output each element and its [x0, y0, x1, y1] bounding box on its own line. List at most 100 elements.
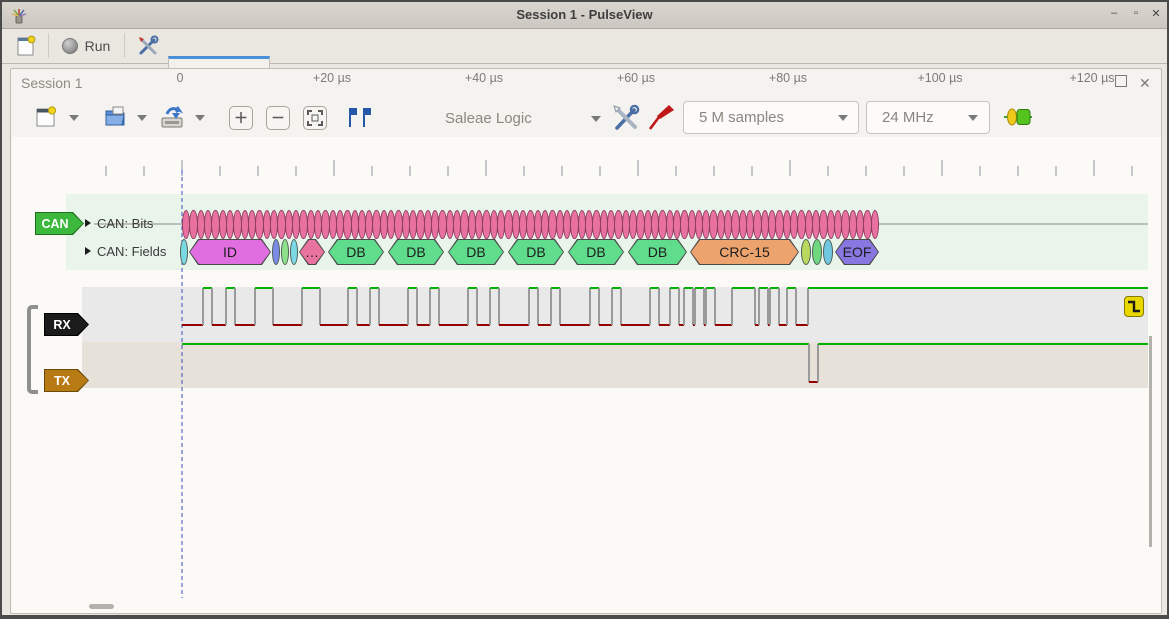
chevron-down-icon — [195, 115, 205, 121]
run-button[interactable]: Run — [54, 31, 118, 60]
field-annotation[interactable] — [272, 239, 280, 265]
ruler-time-label: +60 µs — [617, 71, 655, 85]
field-annotation[interactable]: DB — [508, 239, 564, 265]
probe-icon — [647, 103, 675, 133]
falling-edge-icon — [1125, 297, 1143, 316]
ruler-time-label: +40 µs — [465, 71, 503, 85]
main-toolbar: Run Session 1 ✕ — [2, 29, 1167, 64]
channel-group-bracket[interactable] — [27, 305, 38, 394]
bit-annotation[interactable] — [871, 210, 879, 239]
open-button[interactable] — [103, 105, 129, 129]
field-label: DB — [629, 240, 686, 264]
zoom-fit-button[interactable] — [303, 106, 327, 130]
zoom-out-button[interactable]: － — [266, 106, 290, 130]
save-menu-button[interactable] — [195, 115, 205, 121]
window-title: Session 1 - PulseView — [2, 7, 1167, 22]
field-annotation[interactable] — [180, 239, 188, 265]
field-annotation[interactable]: DB — [388, 239, 444, 265]
field-annotation[interactable] — [290, 239, 298, 265]
settings-button[interactable] — [130, 31, 166, 60]
field-label: EOF — [836, 240, 878, 264]
field-annotation[interactable]: DB — [568, 239, 624, 265]
new-view-button[interactable] — [35, 105, 57, 129]
field-annotation[interactable]: DB — [448, 239, 504, 265]
sample-count-select[interactable]: 5 M samples — [683, 101, 859, 134]
expander-icon[interactable] — [85, 219, 91, 227]
ruler-time-label: +120 µs — [1069, 71, 1114, 85]
zoom-in-button[interactable]: ＋ — [229, 106, 253, 130]
open-menu-button[interactable] — [137, 115, 147, 121]
titlebar: Session 1 - PulseView – ▫ ✕ — [2, 2, 1167, 29]
save-icon — [159, 105, 185, 129]
chevron-down-icon — [137, 115, 147, 121]
cursors-flags-icon — [345, 106, 373, 128]
trigger-marker-badge[interactable] — [1124, 296, 1144, 317]
run-label: Run — [85, 38, 111, 54]
field-label: DB — [569, 240, 623, 264]
channel-tag-tx[interactable]: TX — [44, 369, 89, 392]
field-label: DB — [509, 240, 563, 264]
dock-title: Session 1 — [21, 75, 82, 91]
ruler-time-label: +80 µs — [769, 71, 807, 85]
field-annotation[interactable]: CRC-15 — [690, 239, 799, 265]
channel-tag-rx[interactable]: RX — [44, 313, 89, 336]
row-label-can-bits: CAN: Bits — [97, 216, 153, 231]
device-name: Saleae Logic — [445, 110, 532, 127]
new-session-button[interactable] — [10, 31, 42, 60]
run-state-icon — [62, 38, 78, 54]
ruler-time-label: +20 µs — [313, 71, 351, 85]
ruler-time-label: 0 — [177, 71, 184, 85]
add-decoder-button[interactable] — [1003, 107, 1033, 127]
wrench-screwdriver-icon — [611, 103, 641, 133]
open-folder-icon — [103, 105, 129, 129]
save-button[interactable] — [159, 105, 185, 129]
field-annotation[interactable] — [812, 239, 822, 265]
decoder-icon — [1003, 107, 1033, 127]
row-label-can-fields: CAN: Fields — [97, 244, 166, 259]
field-label: DB — [329, 240, 383, 264]
vertical-scrollbar[interactable] — [1149, 336, 1152, 547]
device-config-button[interactable] — [611, 103, 641, 133]
field-label: CRC-15 — [691, 240, 798, 264]
sample-rate-value: 24 MHz — [882, 109, 934, 126]
tx-band — [82, 342, 1148, 388]
field-annotation[interactable]: DB — [628, 239, 687, 265]
minimize-button[interactable]: – — [1106, 7, 1122, 19]
chevron-down-icon — [591, 116, 601, 122]
channels-button[interactable] — [647, 103, 675, 133]
maximize-button[interactable]: ▫ — [1128, 7, 1144, 19]
new-view-menu-button[interactable] — [69, 115, 79, 121]
ruler-time-label: +100 µs — [917, 71, 962, 85]
show-cursors-button[interactable] — [345, 106, 373, 128]
chevron-down-icon — [968, 115, 978, 121]
field-annotation[interactable]: ID — [189, 239, 271, 265]
session-toolbar: ＋ － Saleae Logic — [11, 99, 1161, 137]
horizontal-scrollbar[interactable] — [89, 604, 114, 609]
rx-band — [82, 287, 1148, 342]
tools-icon — [137, 35, 159, 57]
close-button[interactable]: ✕ — [1148, 7, 1164, 20]
dock-float-icon[interactable] — [1115, 75, 1127, 87]
decoder-tag-can[interactable]: CAN — [35, 212, 84, 235]
field-annotation[interactable] — [823, 239, 833, 265]
pulseview-window: Session 1 - PulseView – ▫ ✕ Run — [0, 0, 1169, 617]
dock-close-icon[interactable]: ✕ — [1139, 75, 1153, 89]
field-annotation[interactable]: DB — [328, 239, 384, 265]
new-view-icon — [35, 105, 57, 129]
chevron-down-icon — [69, 115, 79, 121]
field-annotation[interactable] — [281, 239, 289, 265]
sample-count-value: 5 M samples — [699, 109, 784, 126]
device-selector[interactable]: Saleae Logic — [435, 102, 605, 135]
field-label: ID — [190, 240, 270, 264]
field-label: DB — [449, 240, 503, 264]
sample-rate-select[interactable]: 24 MHz — [866, 101, 990, 134]
field-label: DB — [389, 240, 443, 264]
expander-icon[interactable] — [85, 247, 91, 255]
field-annotation[interactable]: EOF — [835, 239, 879, 265]
toolbar-separator — [48, 33, 49, 58]
toolbar-separator — [124, 33, 125, 58]
zoom-fit-icon — [307, 110, 323, 126]
new-session-icon — [16, 35, 36, 57]
chevron-down-icon — [838, 115, 848, 121]
field-annotation[interactable] — [801, 239, 811, 265]
